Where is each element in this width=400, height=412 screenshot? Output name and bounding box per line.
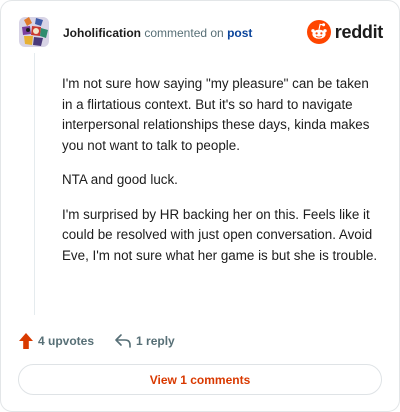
comment-header: Joholification commented on post reddit [19, 17, 383, 51]
reddit-brand[interactable]: reddit [306, 19, 384, 45]
reply-arrow-icon [115, 334, 131, 348]
upvote-count: 4 upvotes [38, 334, 95, 348]
username-link[interactable]: Joholification [63, 26, 141, 40]
comment-action-text: commented on [144, 26, 224, 40]
reddit-wordmark: reddit [334, 21, 384, 42]
view-comments-button[interactable]: View 1 comments [18, 364, 382, 395]
reply-button[interactable]: 1 reply [114, 333, 175, 349]
post-link[interactable]: post [227, 26, 252, 40]
comment-meta: Joholification commented on post [63, 26, 252, 40]
reply-count: 1 reply [136, 334, 175, 348]
comment-paragraph: I'm surprised by HR backing her on this.… [62, 206, 378, 263]
reddit-logo-icon [306, 20, 331, 44]
upvote-arrow-icon [19, 333, 33, 349]
avatar[interactable] [19, 17, 49, 47]
comment-body: I'm not sure how saying "my pleasure" ca… [62, 74, 382, 266]
comment-paragraph: I'm not sure how saying "my pleasure" ca… [62, 76, 370, 153]
upvote-button[interactable]: 4 upvotes [18, 332, 94, 350]
comment-card: Joholification commented on post reddit … [0, 0, 400, 412]
thread-line [34, 53, 35, 315]
comment-actions: 4 upvotes 1 reply [18, 331, 175, 351]
comment-paragraph: NTA and good luck. [62, 172, 178, 187]
